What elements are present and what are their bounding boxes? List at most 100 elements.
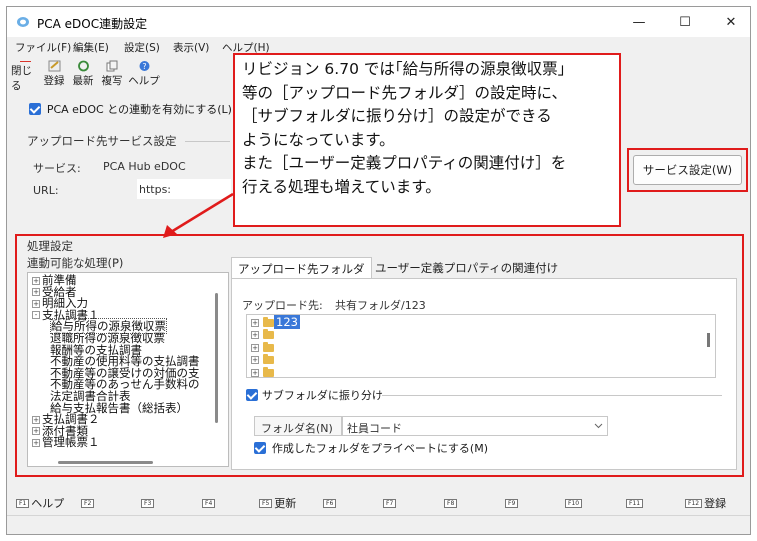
register-tool-button[interactable]: 登録 (40, 57, 68, 93)
copy-tool-label: 複写 (101, 75, 123, 87)
expand-icon[interactable]: + (32, 415, 40, 424)
expand-icon[interactable]: + (32, 288, 40, 297)
tab-upload-folder[interactable]: アップロード先フォルダ (231, 257, 372, 279)
chevron-down-icon (594, 423, 603, 429)
fkey-badge: F9 (505, 498, 519, 508)
folder-item[interactable]: + (251, 341, 274, 353)
fkey-badge: F11 (626, 498, 644, 508)
fkey-f8[interactable]: F8 (444, 493, 459, 513)
tab-user-property[interactable]: ユーザー定義プロパティの関連付け (369, 257, 564, 279)
expand-icon[interactable]: + (32, 276, 40, 285)
close-tool-label: 閉じる (11, 65, 32, 92)
fkey-f7[interactable]: F7 (383, 493, 398, 513)
service-label: サービス: (33, 162, 81, 175)
processing-group-title: 処理設定 (27, 239, 73, 253)
fkey-badge: F1 (16, 498, 30, 508)
fkey-f1[interactable]: F1 ヘルプ (16, 493, 64, 513)
folder-tree[interactable]: +123 + + + + (246, 314, 716, 378)
help-tool-label: ヘルプ (128, 75, 160, 87)
tree-v-scrollbar[interactable] (215, 293, 218, 423)
private-folder-label: 作成したフォルダをプライベートにする(M) (271, 442, 489, 455)
folder-tree-scrollbar[interactable] (707, 333, 710, 347)
folder-item[interactable]: + (251, 366, 274, 378)
service-value: PCA Hub eDOC (103, 160, 186, 173)
callout-line: リビジョン 6.70 では｢給与所得の源泉徴収票｣ (242, 60, 566, 78)
folder-item[interactable]: + (251, 329, 274, 341)
fkey-f10[interactable]: F10 (565, 493, 584, 513)
close-button[interactable]: ✕ (708, 7, 754, 37)
close-tool-button[interactable]: 閉じる (11, 57, 39, 93)
help-tool-button[interactable]: ? ヘルプ (128, 57, 160, 93)
process-list-label: 連動可能な処理(P) (27, 256, 124, 270)
fkey-badge: F12 (685, 498, 703, 508)
fkey-badge: F2 (81, 498, 95, 508)
folder-item-label: 123 (274, 315, 300, 329)
copy-tool-button[interactable]: 複写 (98, 57, 126, 93)
tab-strip: アップロード先フォルダ ユーザー定義プロパティの関連付け (231, 257, 571, 279)
process-tree[interactable]: + 前準備 + 受給者 + 明細入力 - 支払調書１ 給与所得の源泉徴収票 退職所得の源泉徴収票報… (27, 272, 229, 467)
callout-annotation: リビジョン 6.70 では｢給与所得の源泉徴収票｣ 等の［アップロード先フォルダ］… (233, 53, 621, 227)
subfolder-checkbox[interactable]: サブフォルダに振り分け (246, 387, 383, 403)
fkey-badge: F10 (565, 498, 583, 508)
collapse-icon[interactable]: - (32, 311, 40, 320)
folder-name-label-box: フォルダ名(N) (254, 416, 342, 436)
tree-item[interactable]: + 管理帳票１ (32, 437, 100, 448)
fkey-badge: F3 (141, 498, 155, 508)
callout-arrow-icon (163, 192, 234, 238)
fkey-badge: F7 (383, 498, 397, 508)
tree-item-label: 管理帳票１ (42, 435, 100, 450)
subfolder-label: サブフォルダに振り分け (261, 389, 383, 402)
upload-service-group-title: アップロード先サービス設定 (27, 134, 177, 148)
folder-icon (263, 316, 274, 327)
refresh-icon (77, 60, 89, 72)
function-key-bar: F1 ヘルプ F2 F3 F4 F5 更新 F6 F7 F8 F9 F10 F11 F12 登録 (7, 493, 750, 513)
tree-h-scrollbar[interactable] (58, 461, 153, 464)
fkey-label: ヘルプ (31, 497, 65, 510)
expand-icon[interactable]: + (32, 299, 40, 308)
fkey-f9[interactable]: F9 (505, 493, 520, 513)
expand-icon[interactable]: + (251, 331, 259, 339)
expand-icon[interactable]: + (32, 427, 40, 436)
expand-icon[interactable]: + (251, 343, 259, 352)
menu-file[interactable]: ファイル(F) (15, 40, 71, 55)
menu-settings[interactable]: 設定(S) (124, 40, 160, 55)
fkey-f3[interactable]: F3 (141, 493, 156, 513)
expand-icon[interactable]: + (32, 438, 40, 447)
tab-content: アップロード先: 共有フォルダ/123 +123 + + + + サブフォルダに振り分け… (231, 278, 737, 470)
help-icon: ? (139, 61, 149, 71)
fkey-badge: F5 (259, 498, 273, 508)
minimize-button[interactable]: — (616, 7, 662, 37)
callout-line: ようになっています。 (242, 130, 395, 149)
service-settings-highlight (627, 148, 748, 192)
fkey-f6[interactable]: F6 (323, 493, 338, 513)
menu-edit[interactable]: 編集(E) (73, 40, 109, 55)
refresh-tool-label: 最新 (72, 75, 94, 87)
callout-line: 行える処理も増えています。 (242, 177, 441, 196)
subfolder-divider (382, 395, 722, 396)
folder-icon (263, 354, 274, 364)
menu-view[interactable]: 表示(V) (173, 40, 209, 55)
folder-item[interactable]: + (251, 354, 274, 366)
register-icon (48, 60, 60, 72)
window-title: PCA eDOC連動設定 (37, 17, 148, 31)
folder-name-select[interactable]: 社員コード (342, 416, 608, 436)
expand-icon[interactable]: + (251, 368, 259, 377)
checkbox-checked-icon (254, 442, 266, 454)
fkey-label: 登録 (704, 497, 727, 510)
upload-dest-label: アップロード先: (242, 299, 323, 312)
expand-icon[interactable]: + (251, 318, 259, 327)
status-bar (7, 515, 750, 534)
folder-item[interactable]: +123 (251, 315, 300, 329)
refresh-tool-button[interactable]: 最新 (69, 57, 97, 93)
fkey-f11[interactable]: F11 (626, 493, 645, 513)
fkey-f2[interactable]: F2 (81, 493, 96, 513)
fkey-f5[interactable]: F5 更新 (259, 493, 296, 513)
maximize-button[interactable]: ☐ (662, 7, 708, 37)
enable-link-checkbox[interactable]: PCA eDOC との連動を有効にする(L) (29, 101, 232, 117)
upload-dest-value: 共有フォルダ/123 (335, 299, 426, 312)
fkey-f4[interactable]: F4 (202, 493, 217, 513)
expand-icon[interactable]: + (251, 356, 259, 364)
private-folder-checkbox[interactable]: 作成したフォルダをプライベートにする(M) (254, 440, 488, 456)
fkey-f12[interactable]: F12 登録 (685, 493, 726, 513)
title-bar: PCA eDOC連動設定 — ☐ ✕ (7, 7, 750, 37)
